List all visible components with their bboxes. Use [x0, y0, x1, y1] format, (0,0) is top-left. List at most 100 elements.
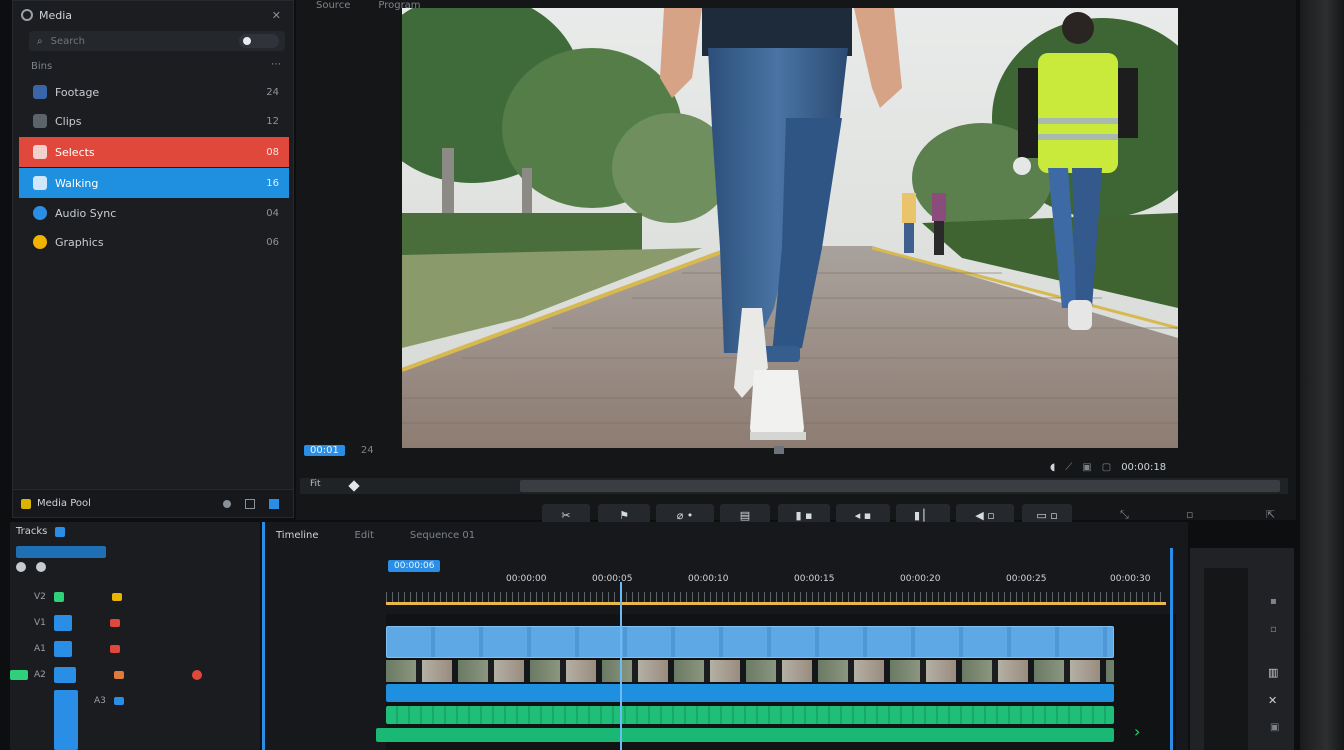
target-icon[interactable] [53, 615, 72, 631]
camera-icon[interactable]: ▣ [1082, 462, 1091, 473]
marker-icon[interactable]: ▣ [1270, 722, 1279, 733]
speaker-icon: ◀ ▫ [975, 508, 995, 522]
record-icon[interactable] [109, 619, 120, 627]
track-row[interactable]: A1 [14, 638, 250, 660]
bin-item-selected[interactable]: Selects 08 [19, 137, 289, 167]
bin-item[interactable]: Footage 24 [19, 79, 289, 105]
scrub-bar[interactable]: Fit [300, 478, 1288, 494]
track-row[interactable]: A3 [14, 690, 250, 712]
fullscreen-icon[interactable]: ⤡ [1120, 508, 1129, 522]
lock-icon[interactable] [36, 562, 46, 572]
bin-item-active[interactable]: Walking 16 [19, 168, 289, 198]
overlay-icon[interactable]: ▢ [1102, 462, 1111, 473]
bin-label: Footage [55, 85, 100, 99]
track-label: A2 [34, 670, 46, 680]
video-clip-v2[interactable] [386, 626, 1114, 658]
playhead-timecode: 00:00:06 [388, 560, 441, 572]
tracks-title: Tracks [16, 526, 48, 537]
search-bar[interactable]: ⌕ [29, 31, 285, 51]
tab-sequence[interactable]: Sequence 01 [410, 530, 475, 541]
track-row[interactable]: V2 [14, 586, 250, 608]
bin-item[interactable]: Graphics 06 [19, 229, 289, 255]
add-track-icon[interactable] [55, 526, 66, 537]
settings-icon[interactable]: ▫ [1270, 624, 1277, 635]
bins-label: Bins [31, 61, 53, 72]
track-lanes[interactable]: › [376, 614, 1176, 750]
list-view-icon[interactable] [223, 499, 231, 508]
ruler-label: 00:00:15 [794, 574, 835, 584]
audio-meter [1204, 568, 1248, 750]
next-arrow-icon[interactable]: › [1134, 722, 1140, 741]
scissors-icon: ✂ [561, 508, 571, 522]
audio-clip-a3[interactable] [376, 728, 1114, 742]
bin-count: 06 [266, 236, 279, 248]
track-selector[interactable] [16, 546, 106, 558]
close-icon[interactable]: ✕ [272, 9, 281, 22]
sync-icon[interactable] [10, 670, 28, 680]
audio-level-icon[interactable] [113, 697, 124, 705]
trim-icon: ▮ ▏ [913, 508, 932, 522]
snap-icon[interactable]: ▥ [1268, 666, 1278, 679]
playhead[interactable] [620, 582, 622, 750]
audio-clip-a2[interactable] [386, 706, 1114, 724]
lock-toggle-icon[interactable] [111, 593, 122, 601]
ruler-label: 00:00:10 [688, 574, 729, 584]
image-icon [33, 235, 47, 249]
fps-label: 24 [360, 444, 374, 456]
bin-item[interactable]: Audio Sync 04 [19, 200, 289, 226]
safe-zone-icon[interactable]: ⟋ [1065, 462, 1072, 473]
video-image [402, 8, 1178, 448]
track-label: A1 [34, 644, 46, 654]
prev-icon: ◂ ▪ [854, 508, 872, 522]
visibility-icon[interactable] [53, 592, 64, 602]
add-bin-icon[interactable] [269, 498, 279, 509]
viewer-menu-icon[interactable] [773, 446, 784, 454]
solo-icon[interactable] [113, 671, 124, 679]
audio-meter-icon[interactable]: ◖ [1050, 462, 1055, 473]
timeline-ruler[interactable]: 00:00:06 00:00:00 00:00:05 00:00:10 00:00:1… [386, 560, 1166, 608]
bin-item[interactable]: Clips 12 [19, 108, 289, 134]
media-icon [21, 9, 33, 21]
export-icon[interactable]: ⇱ [1266, 508, 1275, 521]
folder-icon [33, 85, 47, 99]
scrub-track[interactable] [520, 480, 1280, 492]
timecode-right: 00:00:18 [1121, 461, 1167, 473]
track-row[interactable]: A2 [10, 664, 250, 686]
filter-toggle[interactable] [239, 34, 279, 48]
search-icon: ⌕ [37, 35, 43, 47]
target-icon[interactable] [53, 667, 76, 683]
loop-icon: ▭ ▫ [1036, 508, 1058, 522]
tracks-header: Tracks [16, 526, 66, 537]
track-toggles [16, 562, 46, 572]
mute-icon[interactable] [109, 645, 120, 653]
media-pool-icon [21, 498, 31, 509]
work-area-bar[interactable] [386, 602, 1166, 605]
ruler-label: 00:00:00 [506, 574, 547, 584]
audio-clip-a1[interactable] [386, 684, 1114, 702]
meter-icon[interactable]: ▪ [1270, 596, 1277, 607]
save-icon: ▤ [739, 508, 751, 522]
tab-edit[interactable]: Edit [355, 530, 374, 541]
scrub-handle[interactable] [348, 480, 360, 492]
timeline-scrollbar[interactable] [1170, 548, 1173, 750]
rec-icon[interactable] [191, 670, 202, 680]
video-icon [33, 176, 47, 190]
video-clip-thumbnails[interactable] [386, 660, 1114, 682]
window-icon[interactable]: ▫ [1186, 508, 1193, 521]
video-frame[interactable] [402, 8, 1178, 448]
track-label: A3 [94, 696, 106, 706]
bin-label: Walking [55, 176, 99, 190]
track-row[interactable]: V1 [14, 612, 250, 634]
track-label: V1 [34, 618, 46, 628]
bin-count: 08 [266, 146, 279, 158]
search-input[interactable] [48, 34, 223, 48]
bins-more-icon[interactable]: ⋯ [271, 59, 281, 70]
tab-source[interactable]: Source [316, 0, 350, 11]
flag-icon: ⚑ [619, 508, 629, 522]
target-icon[interactable] [53, 641, 72, 657]
film-icon [33, 114, 47, 128]
link-icon: ⌀ • [676, 508, 694, 522]
eye-icon[interactable] [16, 562, 26, 572]
grid-view-icon[interactable] [245, 498, 255, 509]
ripple-icon[interactable]: ✕ [1268, 694, 1277, 707]
